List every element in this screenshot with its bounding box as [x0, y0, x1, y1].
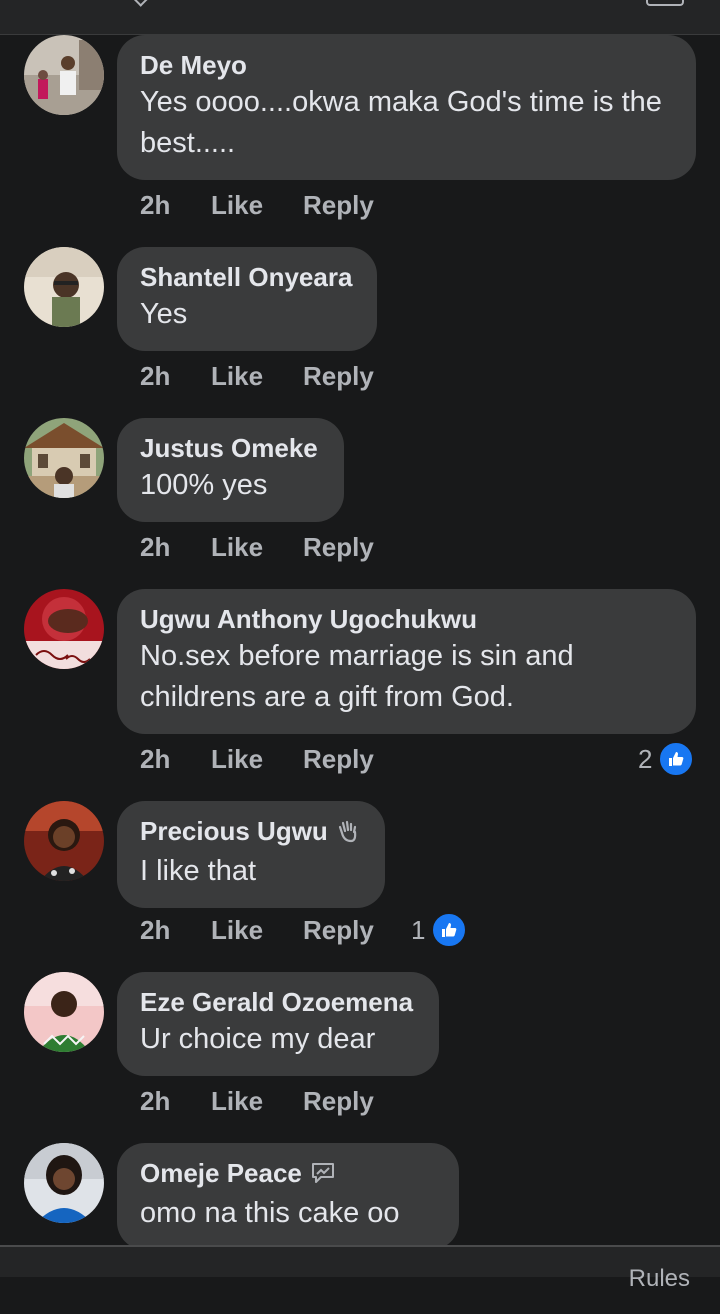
comment-bubble[interactable]: Eze Gerald Ozoemena Ur choice my dear [117, 972, 439, 1076]
like-button[interactable]: Like [211, 739, 263, 779]
comment-actions: 2h Like Reply [140, 185, 374, 225]
comment-actions: 2h Like Reply [140, 910, 374, 950]
comment-bubble[interactable]: Omeje Peace omo na this cake oo [117, 1143, 459, 1250]
comment-author[interactable]: Shantell Onyeara [140, 260, 353, 294]
comment-item: Ugwu Anthony Ugochukwu No.sex before mar… [0, 589, 720, 801]
comment-item: Justus Omeke 100% yes 2h Like Reply [0, 418, 720, 589]
like-button[interactable]: Like [211, 356, 263, 396]
comment-text: Yes oooo....okwa maka God's time is the … [140, 86, 662, 159]
reply-button[interactable]: Reply [303, 739, 374, 779]
reply-button[interactable]: Reply [303, 910, 374, 950]
comment-bubble[interactable]: Precious Ugwu I like that [117, 801, 385, 908]
comment-item: Eze Gerald Ozoemena Ur choice my dear 2h… [0, 972, 720, 1143]
avatar[interactable] [24, 247, 104, 327]
avatar[interactable] [24, 589, 104, 669]
comment-time[interactable]: 2h [140, 361, 170, 391]
comment-time[interactable]: 2h [140, 1086, 170, 1116]
comment-text: Yes [140, 298, 188, 330]
reply-button[interactable]: Reply [303, 185, 374, 225]
avatar[interactable] [24, 418, 104, 498]
reply-button[interactable]: Reply [303, 356, 374, 396]
like-button[interactable]: Like [211, 1081, 263, 1121]
wave-icon [336, 817, 360, 851]
comment-time[interactable]: 2h [140, 915, 170, 945]
reply-button[interactable]: Reply [303, 1081, 374, 1121]
comment-author[interactable]: De Meyo [140, 48, 672, 82]
like-button[interactable]: Like [211, 185, 263, 225]
back-chevron-icon[interactable] [132, 0, 148, 7]
comment-text: omo na this cake oo [140, 1197, 400, 1229]
comment-actions: 2h Like Reply [140, 1081, 374, 1121]
avatar[interactable] [24, 972, 104, 1052]
comment-author-row: Precious Ugwu [140, 814, 361, 851]
bottom-bar: Rules [0, 1245, 720, 1292]
comment-time[interactable]: 2h [140, 744, 170, 774]
avatar[interactable] [24, 1143, 104, 1223]
avatar[interactable] [24, 801, 104, 881]
comment-actions: 2h Like Reply [140, 356, 374, 396]
comment-item: Precious Ugwu I like that 2h Like Reply … [0, 801, 720, 972]
comment-actions: 2h Like Reply [140, 527, 374, 567]
comment-text: 100% yes [140, 469, 268, 501]
comment-author[interactable]: Justus Omeke [140, 431, 320, 465]
comment-time[interactable]: 2h [140, 532, 170, 562]
thumbs-up-icon [431, 912, 468, 948]
comment-text: Ur choice my dear [140, 1023, 376, 1055]
comment-text: No.sex before marriage is sin and childr… [140, 640, 574, 713]
reply-button[interactable]: Reply [303, 527, 374, 567]
rules-link[interactable]: Rules [629, 1265, 690, 1293]
chat-bubble-icon [310, 1159, 336, 1193]
comment-time[interactable]: 2h [140, 190, 170, 220]
avatar[interactable] [24, 35, 104, 115]
like-button[interactable]: Like [211, 910, 263, 950]
comment-author[interactable]: Ugwu Anthony Ugochukwu [140, 602, 672, 636]
comment-author[interactable]: Eze Gerald Ozoemena [140, 985, 415, 1019]
comments-list: De Meyo Yes oooo....okwa maka God's time… [0, 35, 720, 1314]
reaction-count[interactable]: 2 [638, 741, 695, 777]
like-button[interactable]: Like [211, 527, 263, 567]
comment-bubble[interactable]: Justus Omeke 100% yes [117, 418, 344, 522]
thumbs-up-icon [658, 741, 695, 777]
comment-bubble[interactable]: Ugwu Anthony Ugochukwu No.sex before mar… [117, 589, 696, 734]
comment-author[interactable]: Precious Ugwu [140, 816, 328, 846]
comment-item: Shantell Onyeara Yes 2h Like Reply [0, 247, 720, 418]
comment-actions: 2h Like Reply [140, 739, 374, 779]
comment-bubble[interactable]: Shantell Onyeara Yes [117, 247, 377, 351]
reaction-count-value: 2 [638, 744, 653, 774]
comment-author-row: Omeje Peace [140, 1156, 435, 1193]
reaction-count-value: 1 [411, 915, 426, 945]
comment-bubble[interactable]: De Meyo Yes oooo....okwa maka God's time… [117, 35, 696, 180]
reaction-count[interactable]: 1 [411, 912, 468, 948]
top-bar [0, 0, 720, 35]
comment-item: De Meyo Yes oooo....okwa maka God's time… [0, 35, 720, 247]
comment-author[interactable]: Omeje Peace [140, 1158, 302, 1188]
comment-item: Omeje Peace omo na this cake oo [0, 1143, 720, 1314]
comment-text: I like that [140, 855, 257, 887]
header-action-icon[interactable] [646, 0, 684, 6]
